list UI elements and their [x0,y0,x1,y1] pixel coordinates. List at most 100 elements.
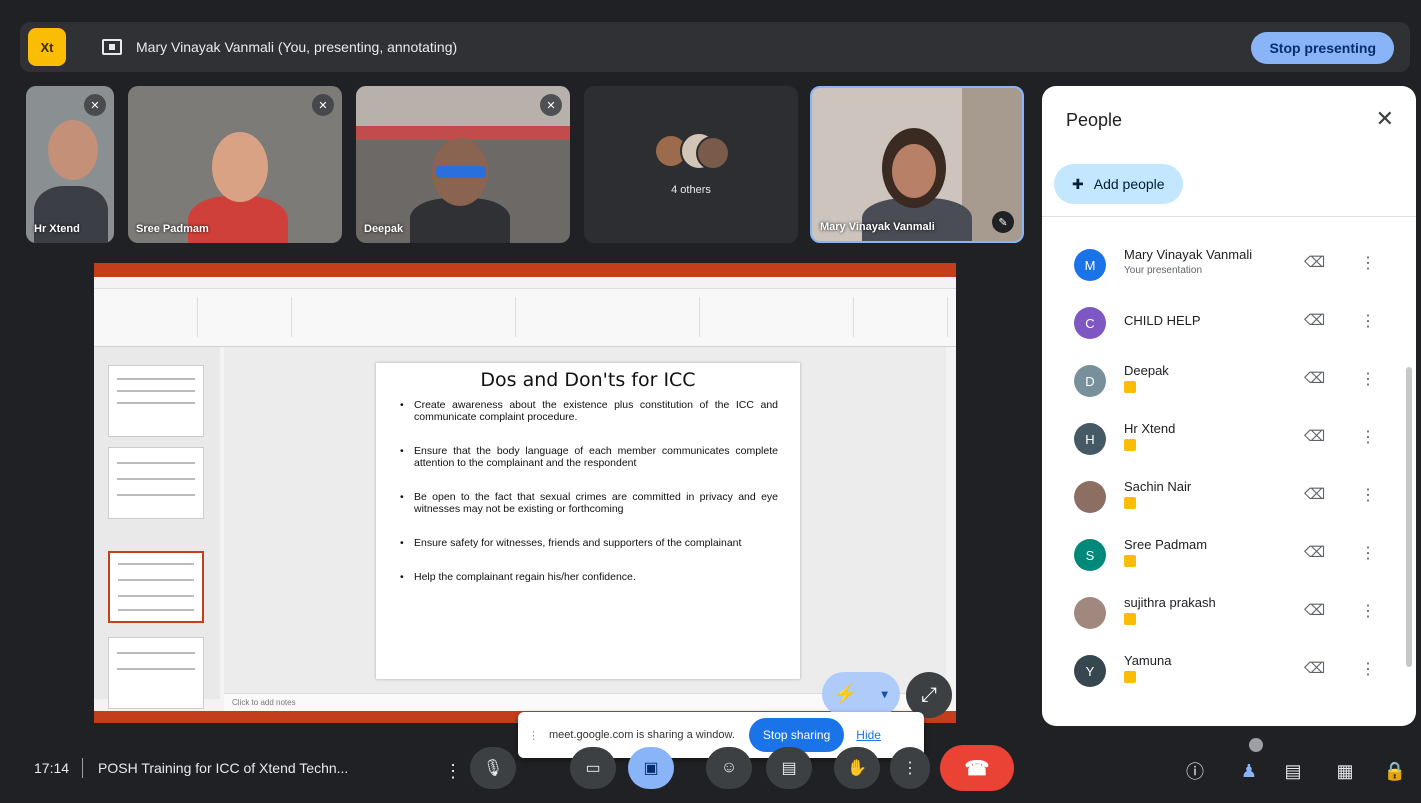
thumb-line [117,652,195,654]
more-vert-icon[interactable]: ⋮ [1360,311,1376,331]
participant-row[interactable]: Sachin Nair ⌫ ⋮ [1042,467,1416,525]
thumb-line [118,579,194,581]
participant-tile[interactable]: ✕ Hr Xtend [26,86,114,243]
microphone-button[interactable]: 🎙 [470,747,516,789]
slide-editor: Dos and Don'ts for ICC Create awareness … [224,347,946,699]
thumb-line [118,563,194,565]
add-people-button[interactable]: ✚ Add people [1054,164,1183,204]
ppt-ribbon-tabs [94,277,956,289]
mic-off-icon[interactable]: ⌫ [1304,311,1325,329]
thumb-line [117,668,195,670]
participant-row[interactable]: D Deepak ⌫ ⋮ [1042,351,1416,409]
avatar: M [1074,249,1106,281]
present-now-button[interactable]: ▣ [628,747,674,789]
participant-row[interactable]: M Mary Vinayak Vanmali Your presentation… [1042,235,1416,293]
thumb-line [117,402,195,404]
present-icon [102,39,122,55]
more-vert-icon[interactable]: ⋮ [1360,253,1376,273]
people-icon[interactable]: ♟ [1234,756,1264,786]
participant-row[interactable]: Y Yamuna ⌫ ⋮ [1042,641,1416,699]
more-options-button[interactable]: ⋮ [890,747,930,789]
more-vert-icon[interactable]: ⋮ [1360,485,1376,505]
slide-bullet-list: Create awareness about the existence plu… [400,399,778,583]
participant-row[interactable]: H Hr Xtend ⌫ ⋮ [1042,409,1416,467]
avatar-photo [1074,597,1106,629]
activities-icon[interactable]: ▦ [1330,756,1360,786]
avatar: Y [1074,655,1106,687]
participant-row[interactable]: C CHILD HELP ⌫ ⋮ [1042,293,1416,351]
thumb-line [117,378,195,380]
presenting-bar: Xt Mary Vinayak Vanmali (You, presenting… [20,22,1410,72]
background-wall [356,86,570,126]
drag-handle-icon[interactable]: ⋮ [528,729,539,742]
more-vert-icon[interactable]: ⋮ [1360,601,1376,621]
close-icon[interactable]: ✕ [1376,106,1394,132]
mic-off-icon[interactable]: ⌫ [1304,485,1325,503]
participant-name: Deepak [1124,363,1169,378]
participant-tile-self[interactable]: Mary Vinayak Vanmali ✎ [810,86,1024,243]
slide-thumbnail-selected[interactable] [108,551,204,623]
more-vert-icon[interactable]: ⋮ [1360,369,1376,389]
chat-icon[interactable]: ▤ [1278,756,1308,786]
mic-off-icon[interactable]: ⌫ [1304,427,1325,445]
mic-off-icon[interactable]: ⌫ [1304,543,1325,561]
person-image [212,132,268,202]
ribbon-group-drawing [704,297,854,337]
more-vert-icon[interactable]: ⋮ [1360,427,1376,447]
slide-thumbnail[interactable] [108,447,204,519]
shared-screen: Dos and Don'ts for ICC Create awareness … [94,263,956,723]
more-vert-icon[interactable]: ⋮ [1360,659,1376,679]
stop-presenting-button[interactable]: Stop presenting [1251,32,1394,64]
mic-off-icon[interactable]: ⌫ [1304,659,1325,677]
current-slide: Dos and Don'ts for ICC Create awareness … [376,363,800,679]
participant-name: sujithra prakash [1124,595,1216,610]
slide-thumbnail[interactable] [108,365,204,437]
slide-bullet: Be open to the fact that sexual crimes a… [400,491,778,515]
pen-annotate-icon[interactable]: ✎ [992,211,1014,233]
host-controls-icon[interactable]: 🔒 [1380,756,1410,786]
participant-tile[interactable]: ✕ Sree Padmam [128,86,342,243]
ribbon-group-editing [858,297,948,337]
ppt-title-bar [94,263,956,277]
group-avatar [696,136,730,170]
slide-thumbnail[interactable] [108,637,204,709]
mic-off-icon[interactable]: ⌫ [1304,253,1325,271]
org-badge-icon [1124,439,1136,451]
ribbon-group-slides [202,297,292,337]
captions-button[interactable]: ▤ [766,747,812,789]
participant-tile[interactable]: 4 others [584,86,798,243]
org-badge-icon [1124,381,1136,393]
participant-name: CHILD HELP [1124,313,1201,328]
info-icon[interactable]: ⓘ [1180,756,1210,786]
person-image [892,144,936,198]
org-badge-icon [1124,555,1136,567]
camera-button[interactable]: ▭ [570,747,616,789]
participant-name: Hr Xtend [34,223,80,235]
slide-thumbnail-pane [94,347,220,709]
annotation-tools-button[interactable]: ⚡ ▾ [822,672,900,716]
participant-row[interactable]: S Sree Padmam ⌫ ⋮ [1042,525,1416,583]
sharing-status-text: meet.google.com is sharing a window. [549,729,735,741]
more-vert-icon[interactable]: ⋮ [1360,543,1376,563]
thumb-line [117,478,195,480]
lightning-icon: ⚡ [834,683,857,704]
ribbon-group-paragraph [520,297,700,337]
leave-call-button[interactable]: ☎ [940,745,1014,791]
participant-list: M Mary Vinayak Vanmali Your presentation… [1042,216,1416,716]
sunglasses [436,166,486,178]
participant-tile[interactable]: ✕ Deepak [356,86,570,243]
slide-bullet: Help the complainant regain his/her conf… [400,571,778,583]
emoji-button[interactable]: ☺ [706,747,752,789]
participant-row[interactable]: sujithra prakash ⌫ ⋮ [1042,583,1416,641]
thumb-line [117,390,195,392]
mic-off-icon: ✕ [312,94,334,116]
clock: 17:14 [34,760,70,776]
add-person-icon: ✚ [1072,175,1084,192]
notification-badge [1249,738,1263,752]
slide-bullet: Ensure safety for witnesses, friends and… [400,537,778,549]
participant-name: Mary Vinayak Vanmali [820,221,935,233]
mic-off-icon[interactable]: ⌫ [1304,369,1325,387]
mic-off-icon[interactable]: ⌫ [1304,601,1325,619]
raise-hand-button[interactable]: ✋ [834,747,880,789]
hide-link[interactable]: Hide [856,728,881,742]
